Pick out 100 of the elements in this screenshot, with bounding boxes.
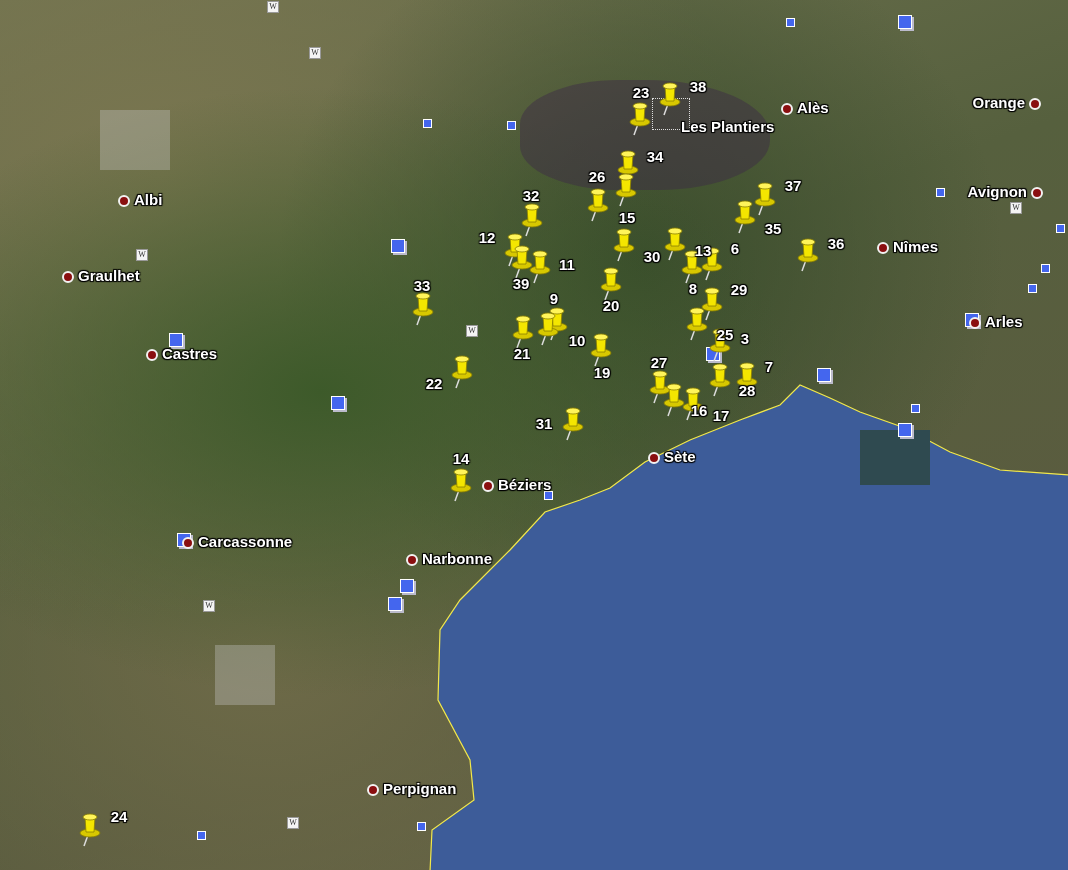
- pin-number: 13: [694, 241, 712, 259]
- square-marker-icon[interactable]: [1056, 224, 1065, 233]
- city-label[interactable]: Graulhet: [78, 267, 140, 284]
- square-marker-icon[interactable]: [1041, 264, 1050, 273]
- city-label[interactable]: Arles: [985, 313, 1023, 330]
- square-marker-icon[interactable]: [388, 597, 402, 611]
- pushpin-icon[interactable]: [733, 200, 757, 234]
- city-label[interactable]: Béziers: [498, 476, 552, 493]
- pin-number: 3: [740, 329, 750, 347]
- pushpin-icon[interactable]: [753, 182, 777, 216]
- city-label[interactable]: Narbonne: [422, 550, 492, 567]
- pin-number: 29: [730, 280, 748, 298]
- square-marker-icon[interactable]: [786, 18, 795, 27]
- pin-number: 14: [452, 449, 470, 467]
- pushpin-icon[interactable]: [796, 238, 820, 272]
- city-label[interactable]: Les Plantiers: [681, 118, 775, 135]
- pushpin-icon[interactable]: [536, 312, 560, 346]
- pin-number: 31: [535, 414, 553, 432]
- pushpin-icon[interactable]: [662, 383, 686, 417]
- pin-number: 8: [688, 279, 698, 297]
- city-dot-icon[interactable]: [62, 271, 74, 283]
- pushpin-icon[interactable]: [708, 363, 732, 397]
- square-marker-icon[interactable]: [1028, 284, 1037, 293]
- pin-number: 19: [593, 363, 611, 381]
- cloud-patch: [100, 110, 170, 170]
- city-dot-icon[interactable]: [1031, 187, 1043, 199]
- pushpin-icon[interactable]: [561, 407, 585, 441]
- pushpin-icon[interactable]: [614, 173, 638, 207]
- pushpin-icon[interactable]: [658, 82, 682, 116]
- square-marker-icon[interactable]: [898, 15, 912, 29]
- city-dot-icon[interactable]: [146, 349, 158, 361]
- pin-number: 33: [413, 276, 431, 294]
- square-marker-icon[interactable]: [391, 239, 405, 253]
- pin-number: 27: [650, 353, 668, 371]
- city-label[interactable]: Nîmes: [893, 238, 939, 255]
- pushpin-icon[interactable]: [449, 468, 473, 502]
- square-marker-icon[interactable]: [197, 831, 206, 840]
- pushpin-icon[interactable]: [511, 315, 535, 349]
- square-marker-icon[interactable]: [423, 119, 432, 128]
- pin-number: 34: [646, 147, 664, 165]
- city-label[interactable]: Carcassonne: [198, 533, 293, 550]
- pin-number: 24: [110, 807, 128, 825]
- city-dot-icon[interactable]: [877, 242, 889, 254]
- square-marker-icon[interactable]: [507, 121, 516, 130]
- pin-number: 10: [568, 331, 586, 349]
- pushpin-icon[interactable]: [510, 245, 534, 279]
- pin-number: 35: [764, 219, 782, 237]
- info-tile[interactable]: W: [136, 249, 148, 261]
- info-tile[interactable]: W: [466, 325, 478, 337]
- pushpin-icon[interactable]: [520, 203, 544, 237]
- pin-number: 23: [632, 83, 650, 101]
- square-marker-icon[interactable]: [898, 423, 912, 437]
- pin-number: 17: [712, 406, 730, 424]
- pin-number: 20: [602, 296, 620, 314]
- pushpin-icon[interactable]: [411, 292, 435, 326]
- city-label[interactable]: Avignon: [967, 183, 1027, 200]
- city-label[interactable]: Alès: [797, 99, 829, 116]
- square-marker-icon[interactable]: [911, 404, 920, 413]
- city-dot-icon[interactable]: [482, 480, 494, 492]
- square-marker-icon[interactable]: [169, 333, 183, 347]
- pushpin-icon[interactable]: [450, 355, 474, 389]
- square-marker-icon[interactable]: [817, 368, 831, 382]
- info-tile[interactable]: W: [1010, 202, 1022, 214]
- info-tile[interactable]: W: [203, 600, 215, 612]
- pushpin-icon[interactable]: [528, 250, 552, 284]
- square-marker-icon[interactable]: [544, 491, 553, 500]
- info-tile[interactable]: W: [309, 47, 321, 59]
- pin-number: 25: [716, 325, 734, 343]
- city-label[interactable]: Perpignan: [383, 780, 457, 797]
- city-label[interactable]: Sète: [664, 448, 696, 465]
- info-tile[interactable]: W: [287, 817, 299, 829]
- city-dot-icon[interactable]: [648, 452, 660, 464]
- pushpin-icon[interactable]: [589, 333, 613, 367]
- pin-number: 12: [478, 228, 496, 246]
- pushpin-icon[interactable]: [663, 227, 687, 261]
- square-marker-icon[interactable]: [417, 822, 426, 831]
- pin-number: 9: [549, 289, 559, 307]
- square-marker-icon[interactable]: [331, 396, 345, 410]
- pin-number: 30: [643, 247, 661, 265]
- city-label[interactable]: Orange: [972, 94, 1025, 111]
- pushpin-icon[interactable]: [685, 307, 709, 341]
- city-label[interactable]: Albi: [134, 191, 163, 208]
- city-dot-icon[interactable]: [1029, 98, 1041, 110]
- city-dot-icon[interactable]: [406, 554, 418, 566]
- city-dot-icon[interactable]: [118, 195, 130, 207]
- pushpin-icon[interactable]: [700, 287, 724, 321]
- pushpin-icon[interactable]: [628, 102, 652, 136]
- city-label[interactable]: Castres: [162, 345, 218, 362]
- city-dot-icon[interactable]: [781, 103, 793, 115]
- pushpin-icon[interactable]: [586, 188, 610, 222]
- city-dot-icon[interactable]: [367, 784, 379, 796]
- pin-number: 26: [588, 167, 606, 185]
- square-marker-icon[interactable]: [400, 579, 414, 593]
- pushpin-icon[interactable]: [708, 328, 732, 362]
- square-marker-icon[interactable]: [936, 188, 945, 197]
- pin-number: 37: [784, 176, 802, 194]
- pushpin-icon[interactable]: [612, 228, 636, 262]
- pin-number: 11: [559, 255, 575, 273]
- pushpin-icon[interactable]: [599, 267, 623, 301]
- info-tile[interactable]: W: [267, 1, 279, 13]
